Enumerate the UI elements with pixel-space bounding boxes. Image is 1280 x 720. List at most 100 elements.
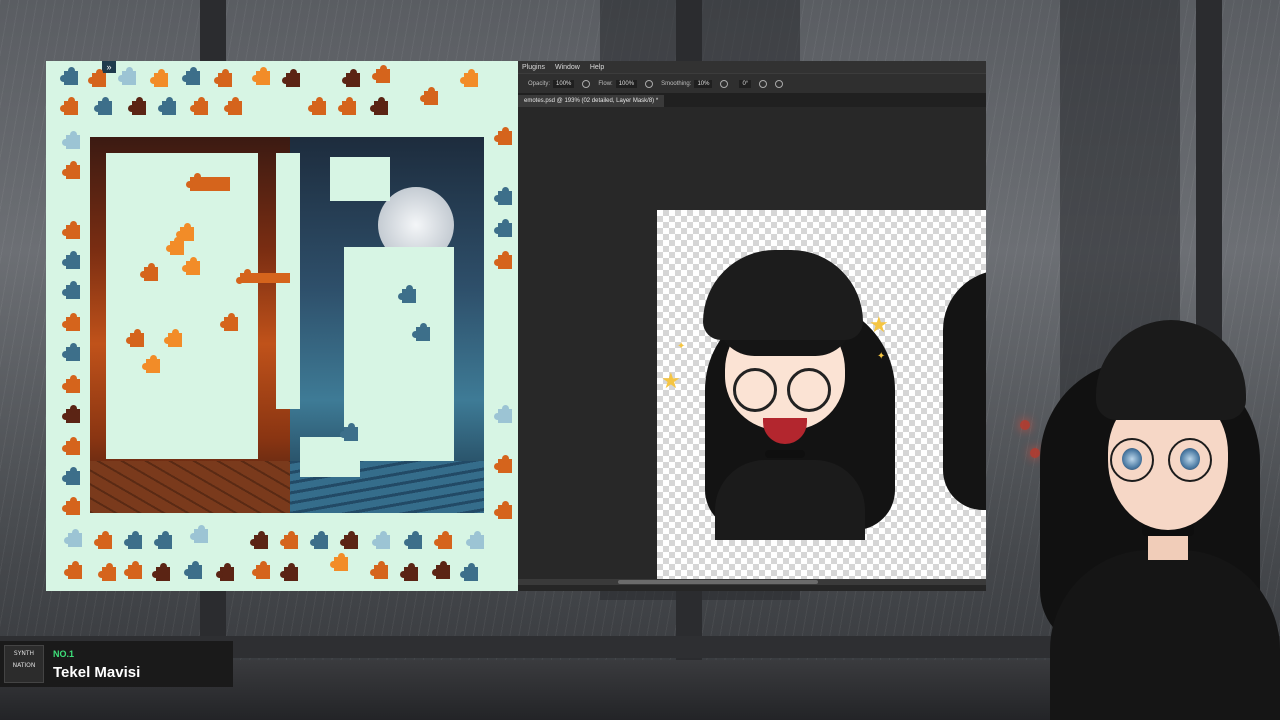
- puzzle-piece[interactable]: [420, 87, 438, 105]
- puzzle-piece[interactable]: [340, 423, 358, 441]
- puzzle-piece[interactable]: [236, 269, 290, 284]
- smoothing-value[interactable]: 10%: [694, 79, 713, 88]
- puzzle-piece[interactable]: [494, 405, 512, 423]
- puzzle-piece[interactable]: [62, 313, 80, 331]
- puzzle-piece[interactable]: [62, 437, 80, 455]
- puzzle-piece[interactable]: [432, 561, 450, 579]
- puzzle-piece[interactable]: [166, 237, 184, 255]
- puzzle-piece[interactable]: [494, 501, 512, 519]
- puzzle-piece[interactable]: [190, 525, 208, 543]
- smoothing-option[interactable]: Smoothing: 10%: [661, 79, 713, 88]
- puzzle-piece[interactable]: [494, 219, 512, 237]
- puzzle-piece[interactable]: [62, 161, 80, 179]
- puzzle-piece[interactable]: [460, 69, 478, 87]
- puzzle-piece[interactable]: [282, 69, 300, 87]
- puzzle-piece[interactable]: [184, 561, 202, 579]
- chevron-double-down-icon[interactable]: »: [102, 61, 116, 73]
- puzzle-piece[interactable]: [150, 69, 168, 87]
- puzzle-piece[interactable]: [494, 187, 512, 205]
- menu-plugins[interactable]: Plugins: [522, 64, 545, 71]
- puzzle-piece[interactable]: [140, 263, 158, 281]
- horizontal-scrollbar[interactable]: [518, 579, 986, 585]
- puzzle-piece[interactable]: [186, 173, 230, 191]
- puzzle-piece[interactable]: [494, 251, 512, 269]
- puzzle-piece[interactable]: [398, 285, 416, 303]
- symmetry-icon[interactable]: [775, 79, 784, 88]
- puzzle-piece[interactable]: [126, 329, 144, 347]
- puzzle-piece[interactable]: [494, 455, 512, 473]
- puzzle-piece[interactable]: [142, 355, 160, 373]
- puzzle-piece[interactable]: [62, 251, 80, 269]
- puzzle-piece[interactable]: [252, 67, 270, 85]
- pressure-opacity-icon[interactable]: [582, 79, 591, 88]
- puzzle-piece[interactable]: [342, 69, 360, 87]
- puzzle-piece[interactable]: [310, 531, 328, 549]
- puzzle-piece[interactable]: [494, 127, 512, 145]
- puzzle-piece[interactable]: [124, 531, 142, 549]
- puzzle-piece[interactable]: [62, 467, 80, 485]
- puzzle-piece[interactable]: [404, 531, 422, 549]
- opacity-option[interactable]: Opacity: 100%: [528, 79, 575, 88]
- puzzle-piece[interactable]: [412, 323, 430, 341]
- puzzle-piece[interactable]: [158, 97, 176, 115]
- puzzle-piece[interactable]: [118, 67, 136, 85]
- puzzle-piece[interactable]: [60, 97, 78, 115]
- menu-help[interactable]: Help: [590, 64, 604, 71]
- puzzle-piece[interactable]: [182, 67, 200, 85]
- puzzle-piece[interactable]: [62, 497, 80, 515]
- pressure-size-icon[interactable]: [759, 79, 768, 88]
- puzzle-piece[interactable]: [176, 223, 194, 241]
- flow-option[interactable]: Flow: 100%: [598, 79, 638, 88]
- puzzle-piece[interactable]: [164, 329, 182, 347]
- puzzle-piece[interactable]: [62, 343, 80, 361]
- puzzle-piece[interactable]: [224, 97, 242, 115]
- puzzle-piece[interactable]: [434, 531, 452, 549]
- puzzle-piece[interactable]: [94, 97, 112, 115]
- puzzle-piece[interactable]: [252, 561, 270, 579]
- puzzle-piece[interactable]: [62, 281, 80, 299]
- document-canvas[interactable]: ★ ★ ✦ ✦: [657, 210, 986, 585]
- puzzle-piece[interactable]: [124, 561, 142, 579]
- photoshop-window[interactable]: Plugins Window Help Opacity: 100% Flow: 10…: [518, 61, 986, 591]
- opacity-value[interactable]: 100%: [553, 79, 575, 88]
- puzzle-piece[interactable]: [280, 563, 298, 581]
- puzzle-piece[interactable]: [60, 67, 78, 85]
- puzzle-piece[interactable]: [88, 69, 106, 87]
- puzzle-piece[interactable]: [220, 313, 238, 331]
- puzzle-piece[interactable]: [62, 375, 80, 393]
- puzzle-piece[interactable]: [250, 531, 268, 549]
- flow-value[interactable]: 100%: [615, 79, 638, 88]
- puzzle-piece[interactable]: [182, 257, 200, 275]
- puzzle-piece[interactable]: [370, 97, 388, 115]
- angle-option[interactable]: 0°: [736, 79, 752, 88]
- puzzle-piece[interactable]: [62, 221, 80, 239]
- puzzle-piece[interactable]: [370, 561, 388, 579]
- puzzle-piece[interactable]: [308, 97, 326, 115]
- angle-value[interactable]: 0°: [739, 79, 752, 88]
- puzzle-piece[interactable]: [340, 531, 358, 549]
- menu-window[interactable]: Window: [555, 64, 580, 71]
- puzzle-piece[interactable]: [94, 531, 112, 549]
- scrollbar-thumb[interactable]: [618, 580, 818, 584]
- puzzle-piece[interactable]: [154, 531, 172, 549]
- puzzle-piece[interactable]: [338, 97, 356, 115]
- canvas-area[interactable]: ★ ★ ✦ ✦: [518, 107, 986, 585]
- puzzle-piece[interactable]: [62, 405, 80, 423]
- puzzle-piece[interactable]: [64, 561, 82, 579]
- puzzle-piece[interactable]: [62, 131, 80, 149]
- puzzle-piece[interactable]: [466, 531, 484, 549]
- puzzle-piece[interactable]: [128, 97, 146, 115]
- gear-icon[interactable]: [720, 79, 729, 88]
- puzzle-piece[interactable]: [152, 563, 170, 581]
- puzzle-piece[interactable]: [460, 563, 478, 581]
- airbrush-icon[interactable]: [645, 79, 654, 88]
- puzzle-piece[interactable]: [216, 563, 234, 581]
- puzzle-piece[interactable]: [372, 65, 390, 83]
- puzzle-piece[interactable]: [98, 563, 116, 581]
- puzzle-piece[interactable]: [372, 531, 390, 549]
- puzzle-piece[interactable]: [400, 563, 418, 581]
- puzzle-piece[interactable]: [280, 531, 298, 549]
- document-tab[interactable]: emotes.psd @ 193% (02 detailed, Layer Ma…: [518, 95, 665, 107]
- puzzle-piece[interactable]: [214, 69, 232, 87]
- puzzle-piece[interactable]: [330, 553, 348, 571]
